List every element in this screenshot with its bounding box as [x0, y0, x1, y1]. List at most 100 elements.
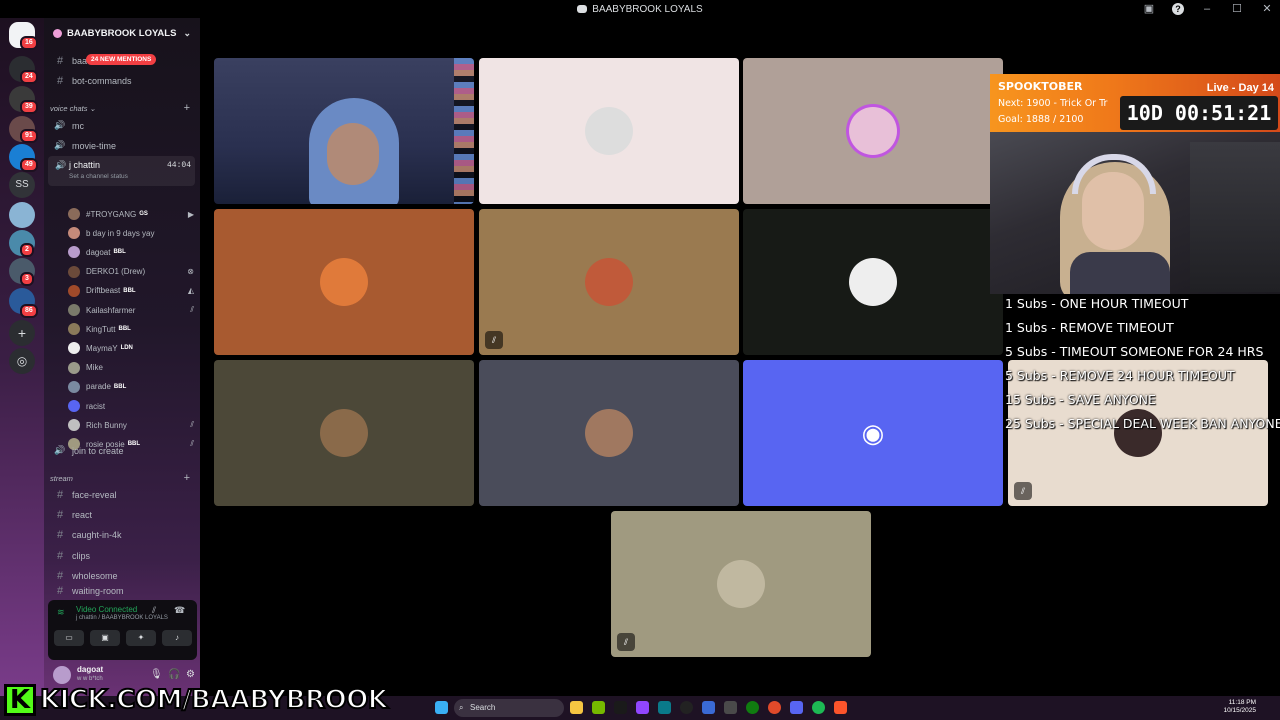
- mute-icon: ⫽: [190, 420, 194, 430]
- channel-item[interactable]: # clips: [48, 546, 195, 565]
- channel-item[interactable]: # face-reveal: [48, 485, 195, 504]
- avatar: [68, 342, 80, 355]
- inbox-icon[interactable]: ▣: [1142, 2, 1156, 16]
- avatar: [585, 409, 633, 457]
- avatar: [68, 246, 80, 259]
- active-voice-channel[interactable]: 🔊 j chattin Set a channel status 44:04: [48, 156, 195, 186]
- app-icon[interactable]: [702, 701, 715, 714]
- obs-icon[interactable]: [636, 701, 649, 714]
- system-clock[interactable]: 11:18 PM 10/15/2025: [1223, 699, 1256, 715]
- server-header[interactable]: BAABYBROOK LOYALS ⌄: [44, 18, 200, 48]
- app-icon[interactable]: [658, 701, 671, 714]
- video-tile-camera[interactable]: [214, 58, 474, 204]
- channel-status[interactable]: Set a channel status: [69, 173, 128, 180]
- microphone-icon[interactable]: 🎙: [150, 669, 163, 680]
- username[interactable]: dagoat: [77, 665, 103, 674]
- soundboard-button[interactable]: ♪: [162, 630, 192, 646]
- nvidia-icon[interactable]: [592, 701, 605, 714]
- voice-member[interactable]: Kailashfarmer ⫽: [68, 301, 194, 319]
- channel-label: join to create: [72, 445, 124, 456]
- channel-item[interactable]: # react: [48, 505, 195, 524]
- app-icon[interactable]: [614, 701, 627, 714]
- video-tile[interactable]: [479, 58, 739, 204]
- voice-channel-item[interactable]: 🔊 mc: [48, 116, 195, 135]
- member-name: #TROYGANG: [86, 209, 137, 219]
- discover-icon[interactable]: ◎: [9, 348, 35, 374]
- event-title: SPOOKTOBER: [998, 80, 1083, 93]
- screen: BAABYBROOK LOYALS ▣ ? – ☐ ✕ 16 24 39 91 …: [0, 0, 1280, 720]
- video-tile[interactable]: [743, 58, 1003, 204]
- add-channel-icon[interactable]: +: [184, 472, 190, 484]
- avatar: [849, 258, 897, 306]
- discord-icon[interactable]: [790, 701, 803, 714]
- camera-toggle-button[interactable]: ▭: [54, 630, 84, 646]
- clock-date: 10/15/2025: [1223, 707, 1256, 714]
- minimize-icon[interactable]: –: [1200, 2, 1214, 16]
- voice-member[interactable]: MaymaY LDN: [68, 339, 194, 357]
- stream-timer: 10D 00:51:21: [1120, 96, 1278, 130]
- channel-item[interactable]: # caught-in-4k: [48, 525, 195, 544]
- noise-suppression-icon[interactable]: ⫽: [152, 605, 156, 616]
- help-icon[interactable]: ?: [1172, 3, 1184, 15]
- server-rail: 16 24 39 91 49 SS 2 3 86 + ◎: [0, 18, 44, 696]
- voice-member[interactable]: b day in 9 days yay: [68, 224, 194, 242]
- video-tile[interactable]: [214, 360, 474, 506]
- stream-goal-banner: SPOOKTOBER Next: 1900 - Trick Or Tr Goal…: [990, 74, 1280, 132]
- disconnect-icon[interactable]: ☎: [174, 605, 185, 616]
- close-icon[interactable]: ✕: [1260, 2, 1274, 16]
- clock-time: 11:18 PM: [1228, 699, 1256, 706]
- taskbar-search[interactable]: ⌕ Search: [454, 699, 564, 717]
- category-voice[interactable]: voice chats ⌄ +: [50, 102, 190, 114]
- server-icon[interactable]: SS: [9, 172, 35, 198]
- activities-button[interactable]: ✦: [126, 630, 156, 646]
- channel-label: movie-time: [72, 140, 117, 151]
- brave-icon[interactable]: [834, 701, 847, 714]
- server-icon[interactable]: [9, 202, 35, 228]
- channel-label: wholesome: [72, 570, 118, 581]
- video-tile[interactable]: ⫽: [611, 511, 871, 657]
- xbox-icon[interactable]: [746, 701, 759, 714]
- avatar: [68, 208, 80, 220]
- video-tile[interactable]: ◉: [743, 360, 1003, 506]
- server-badge-icon: [53, 28, 62, 38]
- new-mentions-pill[interactable]: 24 NEW MENTIONS: [86, 54, 157, 65]
- channel-item[interactable]: # waiting-room: [48, 586, 195, 596]
- voice-member[interactable]: DERKO1 (Drew) ⊗: [68, 263, 194, 281]
- video-tile[interactable]: ⫽: [479, 209, 739, 355]
- channel-item[interactable]: # wholesome: [48, 566, 195, 585]
- settings-gear-icon[interactable]: ⚙: [186, 669, 195, 680]
- add-channel-icon[interactable]: +: [184, 102, 190, 114]
- file-explorer-icon[interactable]: [570, 701, 583, 714]
- video-tile[interactable]: [479, 360, 739, 506]
- signal-icon[interactable]: ≋: [57, 607, 65, 618]
- chevron-down-icon[interactable]: ⌄: [183, 28, 191, 39]
- channel-item[interactable]: # bot-commands: [48, 71, 195, 90]
- voice-member[interactable]: #TROYGANG GS ▶: [68, 205, 194, 223]
- rail-badge: 16: [20, 36, 38, 50]
- kick-logo-icon: K: [4, 684, 36, 716]
- steam-icon[interactable]: [680, 701, 693, 714]
- video-tile[interactable]: [743, 209, 1003, 355]
- spotify-icon[interactable]: [812, 701, 825, 714]
- voice-member[interactable]: Mike: [68, 359, 194, 377]
- voice-member[interactable]: dagoat BBL: [68, 243, 194, 261]
- channel-label: baa: [72, 55, 88, 66]
- member-name: KingTutt: [86, 324, 116, 334]
- maximize-icon[interactable]: ☐: [1230, 2, 1244, 16]
- category-stream[interactable]: stream +: [50, 472, 190, 484]
- video-tile[interactable]: [214, 209, 474, 355]
- voice-member[interactable]: Driftbeast BBL ◭: [68, 282, 194, 300]
- add-server-icon[interactable]: +: [9, 320, 35, 346]
- headphones-icon[interactable]: 🎧: [168, 669, 180, 680]
- voice-member[interactable]: Rich Bunny ⫽: [68, 416, 194, 434]
- voice-member[interactable]: parade BBL: [68, 378, 194, 396]
- voice-channel-item[interactable]: 🔊 join to create: [48, 441, 195, 460]
- voice-member[interactable]: racist: [68, 397, 194, 415]
- app-icon[interactable]: [724, 701, 737, 714]
- chrome-icon[interactable]: [768, 701, 781, 714]
- member-name: parade: [86, 382, 111, 392]
- screen-share-button[interactable]: ▣: [90, 630, 120, 646]
- voice-channel-item[interactable]: 🔊 movie-time: [48, 136, 195, 155]
- start-icon[interactable]: [435, 701, 448, 714]
- voice-member[interactable]: KingTutt BBL: [68, 320, 194, 338]
